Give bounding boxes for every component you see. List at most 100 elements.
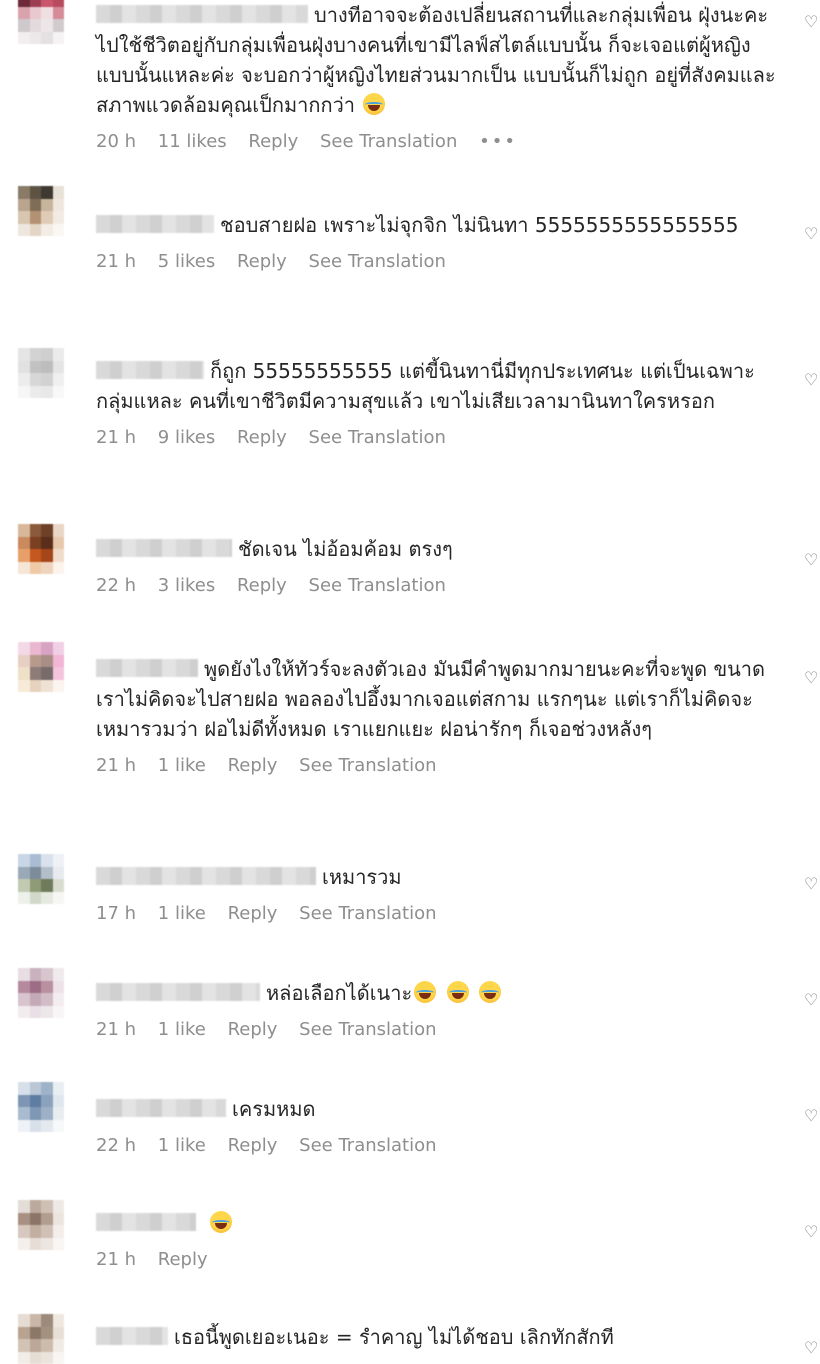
like-heart-icon[interactable]: ♡ (804, 1224, 820, 1240)
avatar[interactable] (18, 854, 64, 904)
comment-time[interactable]: 21 h (96, 427, 136, 448)
avatar-pixel (52, 968, 64, 981)
avatar-pixel (52, 1339, 64, 1352)
see-translation-button[interactable]: See Translation (309, 251, 446, 272)
like-heart-icon[interactable]: ♡ (804, 876, 820, 892)
reply-button[interactable]: Reply (228, 903, 278, 924)
comment-time[interactable]: 17 h (96, 903, 136, 924)
avatar-pixel (52, 1314, 64, 1327)
see-translation-button[interactable]: See Translation (299, 755, 436, 776)
avatar[interactable] (18, 1082, 64, 1132)
avatar-pixel (18, 385, 30, 398)
avatar-pixel (41, 866, 53, 879)
avatar-pixel (29, 1225, 41, 1238)
comment-likes[interactable]: 3 likes (158, 575, 215, 596)
comment-likes[interactable]: 5 likes (158, 251, 215, 272)
username-blurred[interactable] (96, 1212, 196, 1231)
username-blurred[interactable] (96, 866, 316, 885)
avatar-pixel (29, 1005, 41, 1018)
avatar-pixel (18, 373, 30, 386)
avatar-pixel (18, 891, 30, 904)
like-heart-icon[interactable]: ♡ (804, 552, 820, 568)
avatar-pixel (52, 360, 64, 373)
avatar-pixel (41, 524, 53, 537)
comment-likes[interactable]: 9 likes (158, 427, 215, 448)
avatar-pixel (52, 980, 64, 993)
comment-time[interactable]: 20 h (96, 131, 136, 152)
avatar-pixel (29, 1314, 41, 1327)
username-blurred[interactable] (96, 538, 232, 557)
see-translation-button[interactable]: See Translation (309, 427, 446, 448)
avatar-pixel (18, 968, 30, 981)
see-translation-button[interactable]: See Translation (299, 1019, 436, 1040)
username-blurred[interactable] (96, 214, 214, 233)
username-blurred[interactable] (96, 1326, 168, 1345)
comment-meta: 22 h 1 like Reply See Translation (96, 1134, 786, 1158)
comment-time[interactable]: 21 h (96, 1019, 136, 1040)
username-blurred[interactable] (96, 360, 204, 379)
comment-time[interactable]: 22 h (96, 575, 136, 596)
reply-button[interactable]: Reply (248, 131, 298, 152)
avatar-pixel (41, 536, 53, 549)
see-translation-button[interactable]: See Translation (299, 903, 436, 924)
comment-time[interactable]: 21 h (96, 755, 136, 776)
like-heart-icon[interactable]: ♡ (804, 670, 820, 686)
comment-time[interactable]: 22 h (96, 1135, 136, 1156)
username-blurred[interactable] (96, 4, 308, 23)
username-blurred[interactable] (96, 658, 198, 677)
comment-time[interactable]: 21 h (96, 1249, 136, 1270)
avatar-pixel (29, 968, 41, 981)
avatar[interactable] (18, 524, 64, 574)
reply-button[interactable]: Reply (237, 427, 287, 448)
avatar-pixel (41, 654, 53, 667)
avatar-pixel (52, 6, 64, 19)
reply-button[interactable]: Reply (228, 1135, 278, 1156)
avatar[interactable] (18, 642, 64, 692)
username-blurred[interactable] (96, 982, 260, 1001)
avatar-pixel (52, 524, 64, 537)
avatar-pixel (41, 211, 53, 224)
avatar-pixel (41, 667, 53, 680)
comment-time[interactable]: 21 h (96, 251, 136, 272)
avatar[interactable] (18, 1314, 64, 1364)
see-translation-button[interactable]: See Translation (299, 1135, 436, 1156)
avatar-pixel (41, 1107, 53, 1120)
reply-button[interactable]: Reply (237, 575, 287, 596)
avatar-pixel (41, 1225, 53, 1238)
avatar[interactable] (18, 348, 64, 398)
like-heart-icon[interactable]: ♡ (804, 992, 820, 1008)
like-heart-icon[interactable]: ♡ (804, 226, 820, 242)
avatar-pixel (29, 1212, 41, 1225)
reply-button[interactable]: Reply (158, 1249, 208, 1270)
reply-button[interactable]: Reply (237, 251, 287, 272)
comment-likes[interactable]: 1 like (158, 755, 206, 776)
comment-text (96, 1208, 786, 1238)
avatar[interactable] (18, 0, 64, 44)
username-blurred[interactable] (96, 1098, 226, 1117)
comment-likes[interactable]: 1 like (158, 903, 206, 924)
like-heart-icon[interactable]: ♡ (804, 1340, 820, 1356)
reply-button[interactable]: Reply (228, 1019, 278, 1040)
see-translation-button[interactable]: See Translation (320, 131, 457, 152)
avatar-pixel (41, 223, 53, 236)
avatar[interactable] (18, 186, 64, 236)
avatar-pixel (29, 980, 41, 993)
see-translation-button[interactable]: See Translation (309, 575, 446, 596)
more-options-icon[interactable]: ••• (479, 131, 517, 152)
avatar-pixel (29, 1119, 41, 1132)
comment-likes[interactable]: 1 like (158, 1019, 206, 1040)
like-heart-icon[interactable]: ♡ (804, 1108, 820, 1124)
like-heart-icon[interactable]: ♡ (804, 372, 820, 388)
comment-likes[interactable]: 11 likes (158, 131, 227, 152)
like-heart-icon[interactable]: ♡ (804, 14, 820, 30)
avatar[interactable] (18, 1200, 64, 1250)
reply-button[interactable]: Reply (228, 755, 278, 776)
avatar-pixel (29, 993, 41, 1006)
avatar-pixel (29, 879, 41, 892)
comment-likes[interactable]: 1 like (158, 1135, 206, 1156)
avatar-pixel (41, 6, 53, 19)
comment-meta: 17 h 1 like Reply See Translation (96, 902, 786, 926)
avatar[interactable] (18, 968, 64, 1018)
avatar-pixel (41, 679, 53, 692)
avatar-pixel (18, 348, 30, 361)
